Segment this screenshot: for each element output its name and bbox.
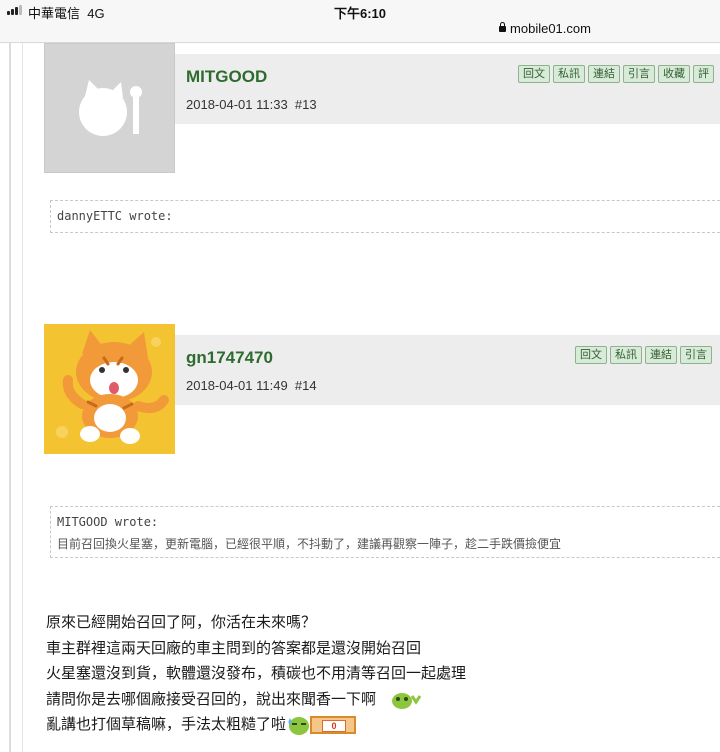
link-button[interactable]: 連結: [645, 346, 677, 364]
post-body-line: 原來已經開始召回了阿，你活在未來嗎？: [46, 614, 317, 631]
post-floor: #13: [294, 97, 317, 112]
post-meta: 2018-04-01 11:49 #14: [186, 378, 317, 393]
post-body-line: 亂講也打個草稿嘛，手法太粗糙了啦 0: [46, 713, 357, 736]
reply-button[interactable]: 回文: [518, 65, 550, 83]
avatar[interactable]: [44, 43, 175, 173]
rate-button[interactable]: 評: [693, 65, 714, 83]
status-bar: 中華電信 4G 下午6:10 mobile01.com: [0, 0, 720, 43]
post-body-line: 火星塞還沒到貨，軟體還沒發布，積碳也不用清等召回一起處理: [46, 665, 467, 682]
post-body-line: 請問你是去哪個廠接受召回的，說出來聞香一下啊: [46, 688, 424, 710]
post-actions: 回文 私訊 連結 引言: [575, 346, 712, 364]
username[interactable]: gn1747470: [186, 348, 273, 368]
lock-icon: [499, 22, 507, 32]
url-text: mobile01.com: [510, 21, 591, 36]
post-floor: #14: [294, 378, 317, 393]
avatar[interactable]: [44, 324, 175, 454]
username[interactable]: MITGOOD: [186, 67, 267, 87]
quote-text: 目前召回換火星塞，更新電腦，已經很平順，不抖動了，建議再觀察一陣子，趁二手跌價撿…: [57, 537, 562, 551]
quote-button[interactable]: 引言: [623, 65, 655, 83]
clock: 下午6:10: [333, 6, 387, 21]
post-date: 2018-04-01 11:49: [186, 378, 288, 393]
left-rail-inner: [22, 43, 23, 752]
money-label: 0: [322, 720, 347, 733]
post-actions: 回文 私訊 連結 引言 收藏 評: [518, 65, 714, 83]
address-bar[interactable]: mobile01.com: [0, 21, 720, 36]
message-button[interactable]: 私訊: [610, 346, 642, 364]
money-emoticon: 0: [310, 716, 357, 735]
reply-button[interactable]: 回文: [575, 346, 607, 364]
bookmark-button[interactable]: 收藏: [658, 65, 690, 83]
quote-author: dannyETTC wrote:: [57, 209, 173, 223]
orange-cat-avatar-icon: [44, 324, 175, 454]
quote-button[interactable]: 引言: [680, 346, 712, 364]
post-meta: 2018-04-01 11:33 #13: [186, 97, 317, 112]
post-date: 2018-04-01 11:33: [186, 97, 288, 112]
post-body-line: 車主群裡這兩天回廠的車主問到的答案都是還沒開始召回: [46, 640, 422, 657]
left-rail: [9, 43, 11, 752]
sweat-emoticon-icon: [288, 717, 310, 736]
quote-block: dannyETTC wrote:: [50, 200, 720, 233]
green-frog-emoticon-icon: [392, 693, 422, 710]
quote-block: MITGOOD wrote: 目前召回換火星塞，更新電腦，已經很平順，不抖動了，…: [50, 506, 720, 558]
default-cat-avatar-icon: [45, 44, 174, 172]
message-button[interactable]: 私訊: [553, 65, 585, 83]
link-button[interactable]: 連結: [588, 65, 620, 83]
quote-author: MITGOOD wrote:: [57, 515, 159, 529]
